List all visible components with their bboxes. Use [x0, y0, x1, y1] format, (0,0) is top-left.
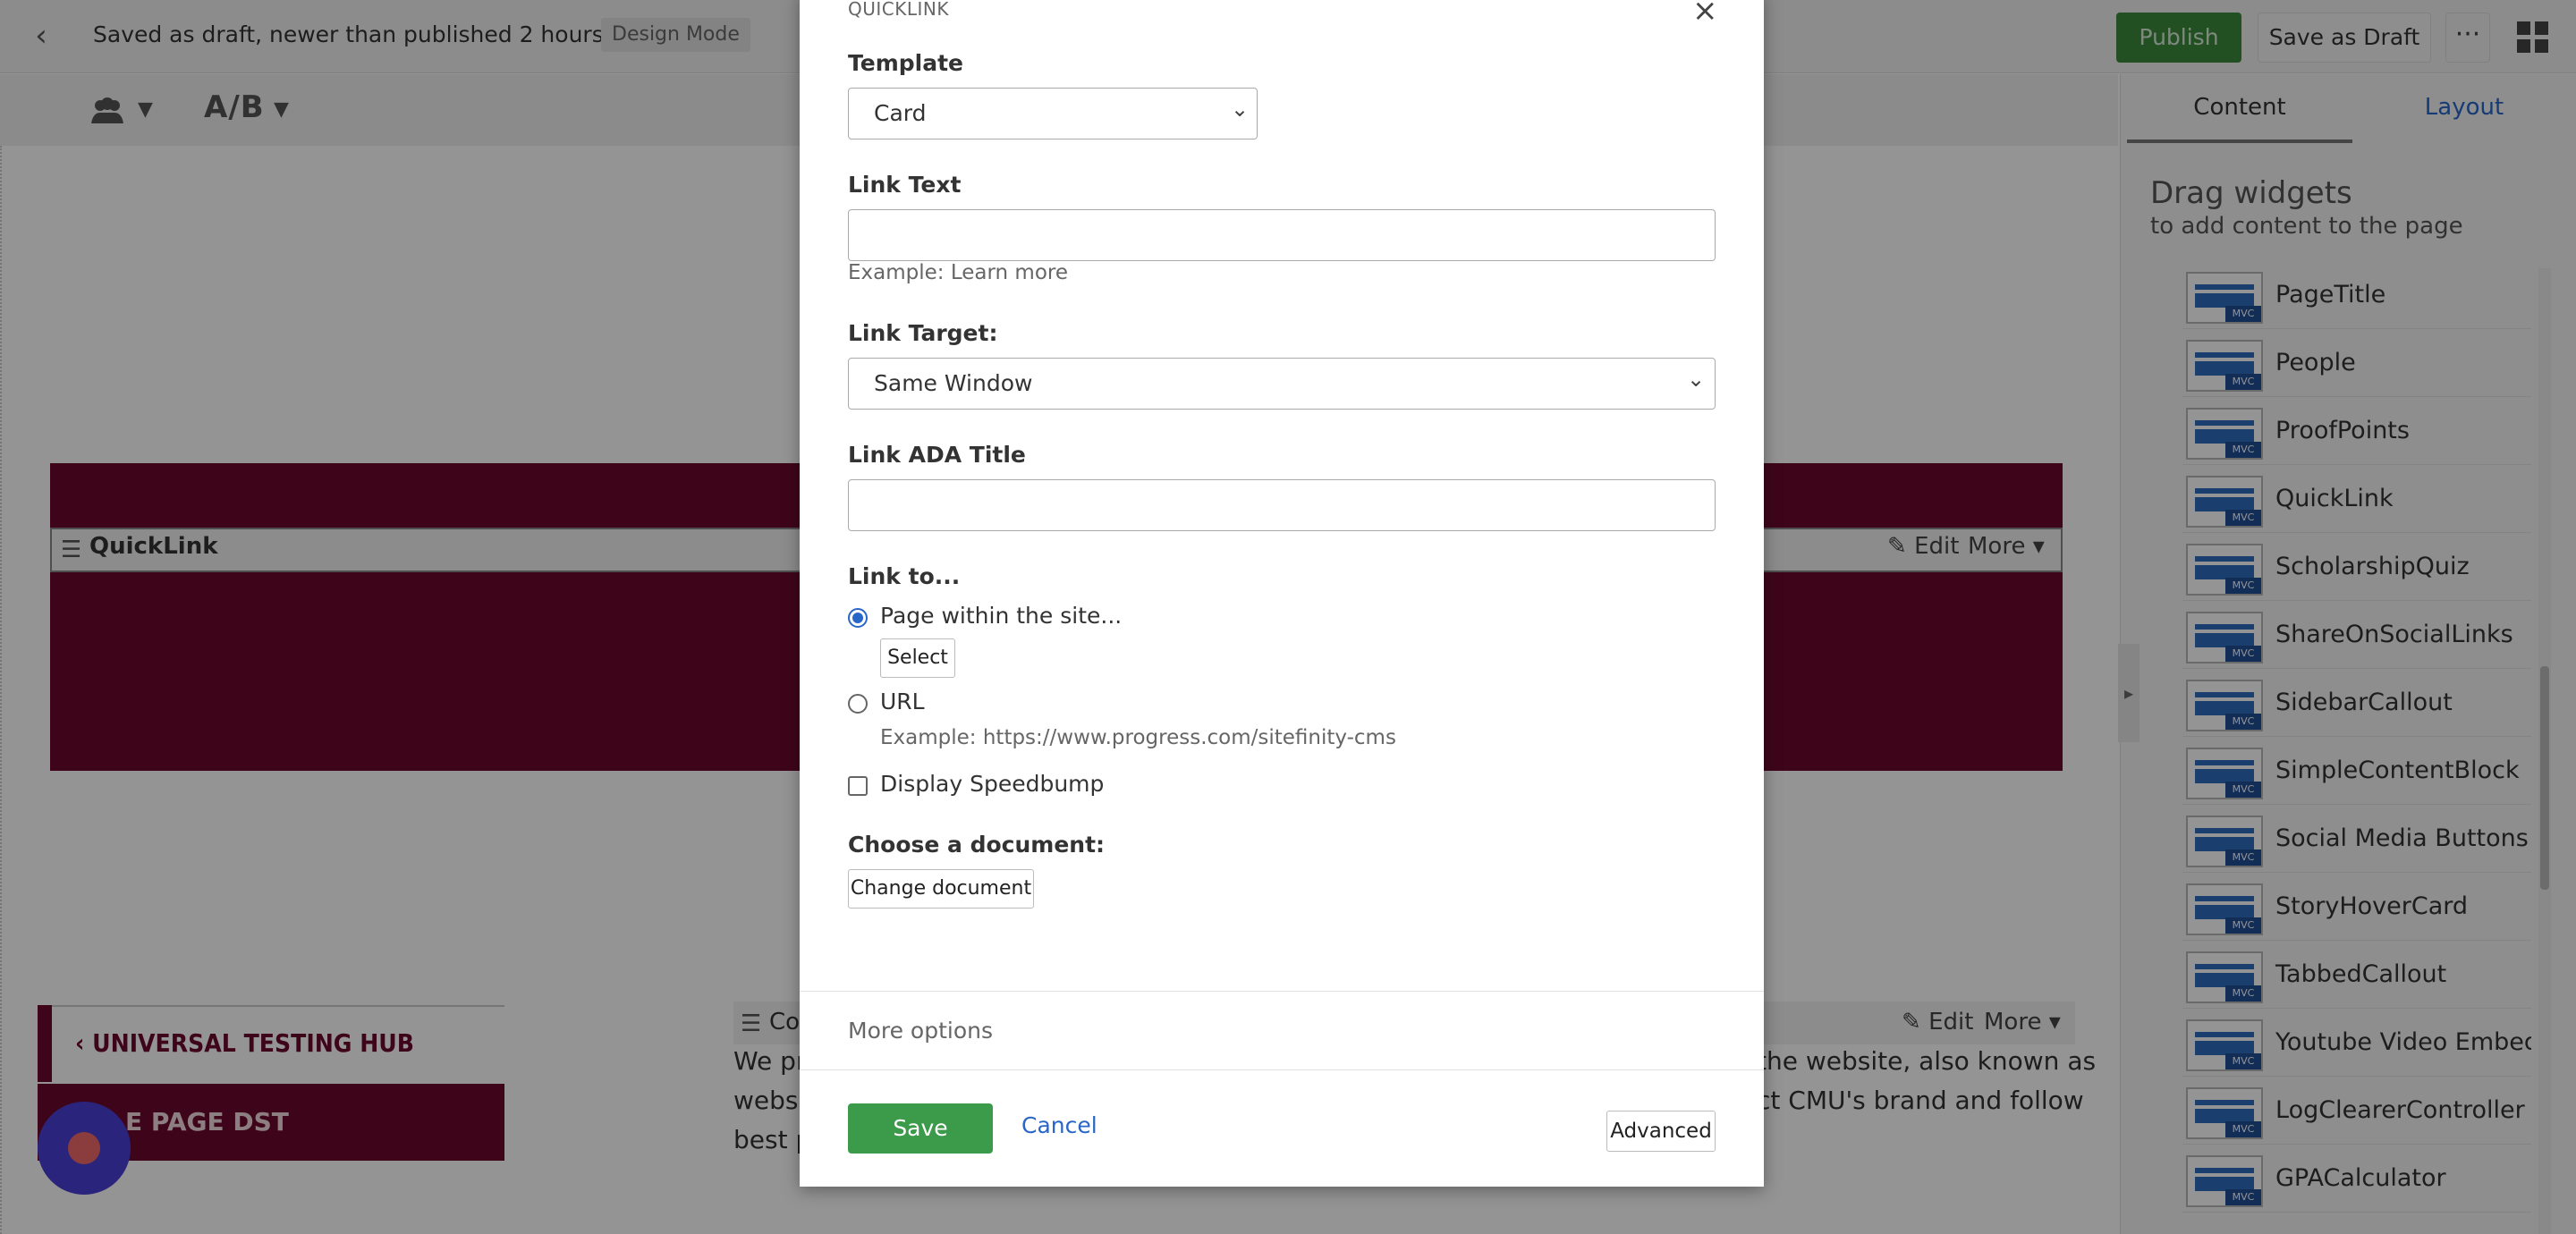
- dialog-title: QUICKLINK: [848, 0, 949, 20]
- url-hint: Example: https://www.progress.com/sitefi…: [880, 726, 1396, 749]
- close-icon[interactable]: ×: [1692, 0, 1718, 29]
- choose-document-label: Choose a document:: [848, 832, 1106, 858]
- template-label: Template: [848, 50, 963, 76]
- link-target-label: Link Target:: [848, 320, 998, 346]
- link-to-label: Link to...: [848, 563, 961, 589]
- advanced-button[interactable]: Advanced: [1606, 1111, 1716, 1152]
- display-speedbump-checkbox[interactable]: [848, 776, 868, 796]
- link-text-input[interactable]: [848, 209, 1716, 261]
- url-radio[interactable]: [848, 694, 868, 714]
- more-options-link[interactable]: More options: [848, 1018, 993, 1044]
- link-text-label: Link Text: [848, 172, 962, 198]
- radio-selected-dot: [852, 613, 863, 623]
- cancel-button[interactable]: Cancel: [1021, 1112, 1097, 1138]
- chevron-down-icon: ⌄: [1687, 367, 1706, 392]
- display-speedbump-label[interactable]: Display Speedbump: [880, 771, 1104, 797]
- page-within-site-label[interactable]: Page within the site...: [880, 603, 1122, 629]
- link-ada-title-label: Link ADA Title: [848, 442, 1026, 468]
- chevron-down-icon: ⌄: [1231, 97, 1250, 122]
- divider: [800, 991, 1764, 992]
- url-label[interactable]: URL: [880, 689, 925, 714]
- template-select[interactable]: Card: [848, 88, 1258, 139]
- save-button[interactable]: Save: [848, 1103, 993, 1154]
- change-document-button[interactable]: Change document: [848, 869, 1034, 909]
- select-page-button[interactable]: Select: [880, 638, 955, 678]
- divider: [800, 1069, 1764, 1070]
- link-target-select[interactable]: Same Window: [848, 358, 1716, 410]
- link-ada-title-input[interactable]: [848, 479, 1716, 531]
- link-text-hint: Example: Learn more: [848, 261, 1069, 284]
